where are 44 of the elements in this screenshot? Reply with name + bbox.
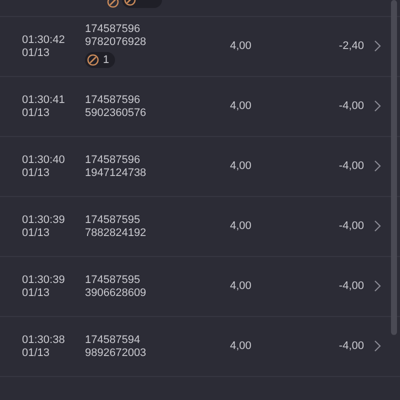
order-id: 174587596 [85, 94, 142, 106]
time-text: 01:30:39 [22, 214, 66, 226]
chevron-right-icon[interactable] [374, 280, 381, 292]
ticket-id: 5902360576 [85, 106, 148, 120]
time-text: 01:30:39 [22, 274, 66, 286]
date-text: 01/13 [22, 166, 51, 180]
date-text: 01/13 [22, 346, 51, 360]
value-text: -4,00 [338, 219, 364, 234]
ticket-id: 7882824192 [85, 226, 148, 240]
order-id: 174587595 [85, 214, 142, 226]
value-text: -4,00 [338, 339, 364, 354]
amount-text: 4,00 [230, 279, 252, 294]
date-text: 01/13 [22, 46, 51, 60]
order-id: 174587595 [85, 274, 142, 286]
value-text: -4,00 [338, 159, 364, 174]
scrollbar-thumb[interactable] [391, 0, 397, 335]
count-badge: 1 [85, 52, 116, 68]
time-text: 01:30:41 [22, 94, 66, 106]
time-text: 01:30:40 [22, 154, 66, 166]
date-text: 01/13 [22, 106, 51, 120]
time-text: 01:30:38 [22, 334, 66, 346]
order-id: 174587594 [85, 334, 142, 346]
date-text: 01/13 [22, 286, 51, 300]
time-text: 01:30:42 [22, 34, 66, 46]
amount-text: 4,00 [230, 159, 252, 174]
order-id: 174587596 [85, 154, 142, 166]
date-text: 01/13 [22, 226, 51, 240]
chevron-right-icon[interactable] [374, 220, 381, 232]
chevron-right-icon[interactable] [374, 40, 381, 52]
amount-text: 4,00 [230, 339, 252, 354]
amount-text: 4,00 [230, 99, 252, 114]
chevron-right-icon[interactable] [374, 160, 381, 172]
value-text: -4,00 [338, 279, 364, 294]
chevron-right-icon[interactable] [374, 340, 381, 352]
chevron-right-icon[interactable] [374, 100, 381, 112]
value-text: -2,40 [338, 39, 364, 54]
order-id: 174587596 [85, 23, 142, 36]
ticket-id: 3906628609 [85, 286, 148, 300]
value-text: -4,00 [338, 99, 364, 114]
amount-text: 4,00 [230, 39, 252, 54]
amount-text: 4,00 [230, 219, 252, 234]
ticket-id: 9892672003 [85, 346, 148, 360]
ticket-id: 1947124738 [85, 166, 148, 180]
ticket-id: 9782076928 [85, 36, 148, 49]
